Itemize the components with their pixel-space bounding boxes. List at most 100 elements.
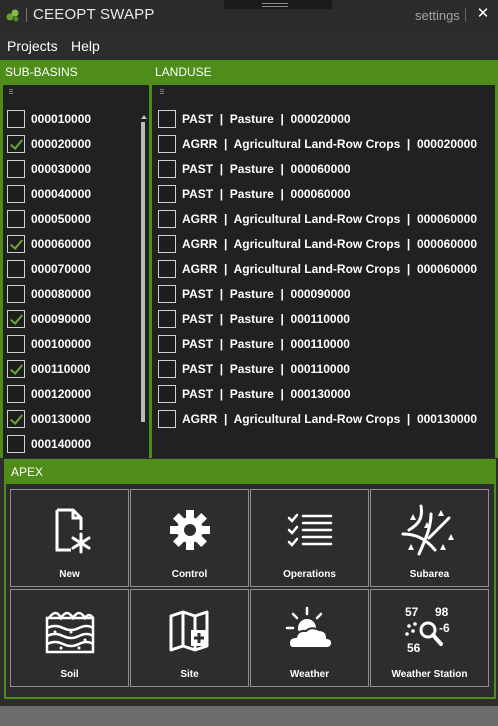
landuse-row[interactable]: PAST | Pasture | 000090000 bbox=[152, 282, 498, 307]
sub-basin-row[interactable]: 000060000 bbox=[0, 232, 149, 257]
landuse-row[interactable]: AGRR | Agricultural Land-Row Crops | 000… bbox=[152, 257, 498, 282]
sub-basin-checkbox[interactable] bbox=[7, 110, 25, 128]
landuse-row[interactable]: PAST | Pasture | 000110000 bbox=[152, 357, 498, 382]
station-digits-a: 57 bbox=[405, 605, 419, 619]
landuse-row[interactable]: PAST | Pasture | 000110000 bbox=[152, 332, 498, 357]
settings-link[interactable]: settings bbox=[415, 8, 460, 23]
sub-basin-checkbox[interactable] bbox=[7, 385, 25, 403]
sub-basin-row[interactable]: 000130000 bbox=[0, 407, 149, 432]
sub-basin-label: 000110000 bbox=[31, 362, 91, 376]
landuse-list[interactable]: PAST | Pasture | 000020000 AGRR | Agricul… bbox=[149, 85, 498, 458]
sub-basin-label: 000070000 bbox=[31, 262, 92, 276]
sub-basin-checkbox[interactable] bbox=[7, 335, 25, 353]
tile-label: Soil bbox=[60, 669, 79, 680]
sub-basin-label: 000010000 bbox=[31, 112, 92, 126]
sub-basin-checkbox[interactable] bbox=[7, 185, 25, 203]
tile-site[interactable]: Site bbox=[130, 589, 249, 687]
sub-basin-checkbox[interactable] bbox=[7, 410, 25, 428]
landuse-row[interactable]: PAST | Pasture | 000110000 bbox=[152, 307, 498, 332]
sub-basin-checkbox[interactable] bbox=[7, 160, 25, 178]
sub-basin-row[interactable]: 000140000 bbox=[0, 432, 149, 457]
sub-basin-checkbox[interactable] bbox=[7, 285, 25, 303]
checklist-icon bbox=[287, 513, 333, 547]
landuse-row[interactable]: PAST | Pasture | 000130000 bbox=[152, 382, 498, 407]
tile-label: New bbox=[59, 569, 80, 580]
sub-basin-row[interactable]: 000100000 bbox=[0, 332, 149, 357]
landuse-row[interactable]: PAST | Pasture | 000020000 bbox=[152, 107, 498, 132]
window-drag-grip[interactable] bbox=[224, 0, 332, 9]
title-separator bbox=[26, 8, 27, 22]
sub-basin-row[interactable]: 000030000 bbox=[0, 157, 149, 182]
soil-layers-icon bbox=[45, 611, 95, 654]
landuse-row[interactable]: AGRR | Agricultural Land-Row Crops | 000… bbox=[152, 207, 498, 232]
drag-handle-icon[interactable] bbox=[160, 89, 166, 97]
tile-subarea[interactable]: Subarea bbox=[370, 489, 489, 587]
landuse-checkbox[interactable] bbox=[158, 310, 176, 328]
sub-basin-checkbox[interactable] bbox=[7, 235, 25, 253]
close-button[interactable]: ✕ bbox=[473, 4, 493, 24]
tile-soil[interactable]: Soil bbox=[10, 589, 129, 687]
landuse-checkbox[interactable] bbox=[158, 160, 176, 178]
sub-basin-row[interactable]: 000090000 bbox=[0, 307, 149, 332]
sub-basin-label: 000030000 bbox=[31, 162, 92, 176]
landuse-row[interactable]: AGRR | Agricultural Land-Row Crops | 000… bbox=[152, 232, 498, 257]
landuse-label: PAST | Pasture | 000090000 bbox=[182, 287, 351, 301]
landuse-checkbox[interactable] bbox=[158, 285, 176, 303]
menu-projects[interactable]: Projects bbox=[7, 38, 58, 54]
sun-cloud-icon bbox=[285, 606, 334, 649]
landuse-checkbox[interactable] bbox=[158, 185, 176, 203]
landuse-header: LANDUSE bbox=[149, 60, 498, 85]
watershed-icon bbox=[401, 504, 454, 556]
landuse-label: AGRR | Agricultural Land-Row Crops | 000… bbox=[182, 262, 478, 276]
sub-basin-label: 000120000 bbox=[31, 387, 92, 401]
sub-basin-label: 000040000 bbox=[31, 187, 92, 201]
landuse-checkbox[interactable] bbox=[158, 360, 176, 378]
sub-basin-row[interactable]: 000070000 bbox=[0, 257, 149, 282]
landuse-label: PAST | Pasture | 000110000 bbox=[182, 362, 350, 376]
tile-label: Site bbox=[180, 669, 199, 680]
landuse-label: PAST | Pasture | 000060000 bbox=[182, 187, 351, 201]
menu-help[interactable]: Help bbox=[71, 38, 100, 54]
drag-handle-icon[interactable] bbox=[9, 89, 15, 97]
status-bar bbox=[0, 706, 498, 726]
landuse-checkbox[interactable] bbox=[158, 110, 176, 128]
tile-operations[interactable]: Operations bbox=[250, 489, 369, 587]
sub-basin-checkbox[interactable] bbox=[7, 310, 25, 328]
landuse-row[interactable]: PAST | Pasture | 000060000 bbox=[152, 157, 498, 182]
landuse-row[interactable]: AGRR | Agricultural Land-Row Crops | 000… bbox=[152, 407, 498, 432]
sub-basin-row[interactable]: 000040000 bbox=[0, 182, 149, 207]
tile-label: Control bbox=[171, 569, 208, 580]
sub-basins-list[interactable]: 000010000 000020000 000030000 000040000 0000… bbox=[0, 85, 149, 458]
sub-basin-row[interactable]: 000050000 bbox=[0, 207, 149, 232]
landuse-row[interactable]: PAST | Pasture | 000060000 bbox=[152, 182, 498, 207]
sub-basin-checkbox[interactable] bbox=[7, 435, 25, 453]
tile-weather-station[interactable]: 57 98 -6 56 Weather Station bbox=[370, 589, 489, 687]
app-logo-icon bbox=[6, 9, 19, 22]
landuse-checkbox[interactable] bbox=[158, 385, 176, 403]
landuse-checkbox[interactable] bbox=[158, 210, 176, 228]
sub-basin-row[interactable]: 000080000 bbox=[0, 282, 149, 307]
sub-basin-checkbox[interactable] bbox=[7, 360, 25, 378]
sub-basin-row[interactable]: 000110000 bbox=[0, 357, 149, 382]
sub-basin-row[interactable]: 000010000 bbox=[0, 107, 149, 132]
tile-label: Subarea bbox=[409, 569, 450, 580]
sub-basin-row[interactable]: 000020000 bbox=[0, 132, 149, 157]
tile-weather[interactable]: Weather bbox=[250, 589, 369, 687]
landuse-label: AGRR | Agricultural Land-Row Crops | 000… bbox=[182, 237, 478, 251]
menu-bar: Projects Help bbox=[0, 30, 498, 60]
sub-basins-header: SUB-BASINS bbox=[0, 60, 149, 85]
landuse-checkbox[interactable] bbox=[158, 260, 176, 278]
tile-new[interactable]: New bbox=[10, 489, 129, 587]
sub-basin-row[interactable]: 000120000 bbox=[0, 382, 149, 407]
title-bar[interactable]: CEEOPT SWAPP settings ✕ bbox=[0, 0, 498, 30]
landuse-checkbox[interactable] bbox=[158, 410, 176, 428]
grip-lines-icon bbox=[262, 3, 288, 7]
sub-basin-checkbox[interactable] bbox=[7, 210, 25, 228]
tile-control[interactable]: Control bbox=[130, 489, 249, 587]
landuse-checkbox[interactable] bbox=[158, 335, 176, 353]
landuse-checkbox[interactable] bbox=[158, 135, 176, 153]
sub-basin-checkbox[interactable] bbox=[7, 135, 25, 153]
sub-basin-checkbox[interactable] bbox=[7, 260, 25, 278]
landuse-checkbox[interactable] bbox=[158, 235, 176, 253]
landuse-row[interactable]: AGRR | Agricultural Land-Row Crops | 000… bbox=[152, 132, 498, 157]
